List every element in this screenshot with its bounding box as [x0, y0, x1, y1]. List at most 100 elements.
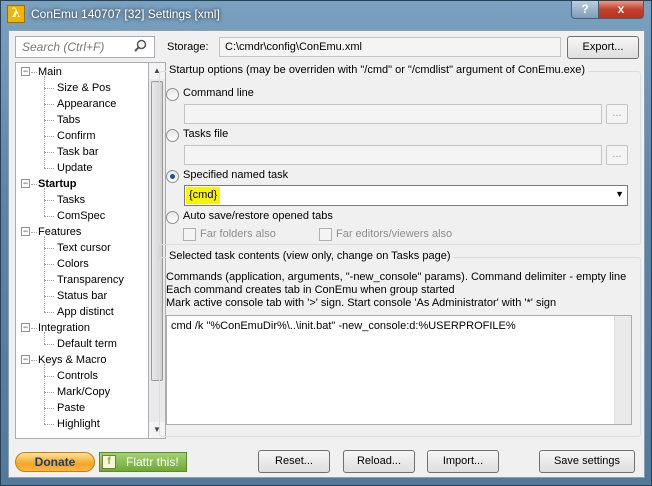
- flattr-label: Flattr this!: [126, 455, 179, 469]
- close-button[interactable]: x: [598, 1, 644, 19]
- task-desc-line3: Mark active console tab with '>' sign. S…: [166, 297, 557, 309]
- far-editors-label: Far editors/viewers also: [336, 228, 453, 240]
- tree-connector: [31, 72, 37, 73]
- tasks-file-label: Tasks file: [183, 128, 229, 140]
- named-task-radio[interactable]: [166, 170, 179, 183]
- far-folders-checkbox[interactable]: [183, 228, 196, 241]
- tree-connector: [44, 296, 54, 297]
- tree-connector: [44, 136, 54, 137]
- task-command-text: cmd /k "%ConEmuDir%\..\init.bat" -new_co…: [171, 320, 516, 332]
- named-task-value: {cmd}: [186, 187, 221, 204]
- command-line-field[interactable]: [184, 104, 602, 124]
- window-title: ConEmu 140707 [32] Settings [xml]: [31, 7, 220, 21]
- tree-connector: [44, 104, 54, 105]
- tree-item-colors[interactable]: Colors: [57, 256, 89, 272]
- tree-item-paste[interactable]: Paste: [57, 400, 85, 416]
- tree-item-confirm[interactable]: Confirm: [57, 128, 96, 144]
- tree-connector: [31, 360, 37, 361]
- tree-connector: [44, 248, 54, 249]
- tree-item-default-term[interactable]: Default term: [57, 336, 117, 352]
- search-icon[interactable]: [134, 39, 147, 55]
- far-folders-label: Far folders also: [200, 228, 276, 240]
- help-button[interactable]: ?: [571, 1, 599, 19]
- tree-connector: [44, 376, 54, 377]
- tree-connector: [31, 184, 37, 185]
- far-editors-checkbox[interactable]: [319, 228, 332, 241]
- tree-item-tabs[interactable]: Tabs: [57, 112, 80, 128]
- named-task-label: Specified named task: [183, 169, 289, 181]
- save-settings-button[interactable]: Save settings: [539, 450, 635, 473]
- tree-connector: [31, 328, 37, 329]
- tree-expander-icon[interactable]: −: [21, 179, 30, 188]
- tree-connector: [44, 200, 54, 201]
- flattr-button[interactable]: f Flattr this!: [99, 452, 187, 472]
- tree-item-tasks[interactable]: Tasks: [57, 192, 85, 208]
- reload-button[interactable]: Reload...: [343, 450, 415, 473]
- tree-connector: [44, 312, 54, 313]
- storage-path-value: C:\cmdr\config\ConEmu.xml: [225, 41, 362, 53]
- export-button[interactable]: Export...: [567, 36, 639, 59]
- task-desc-line1: Commands (application, arguments, "-new_…: [166, 271, 627, 283]
- auto-save-radio[interactable]: [166, 211, 179, 224]
- command-line-radio[interactable]: [166, 88, 179, 101]
- tree-item-status-bar[interactable]: Status bar: [57, 288, 107, 304]
- tree-item-controls[interactable]: Controls: [57, 368, 98, 384]
- task-contents-group: Selected task contents (view only, chang…: [159, 250, 641, 437]
- tree-expander-icon[interactable]: −: [21, 227, 30, 236]
- search-input[interactable]: Search (Ctrl+F): [15, 36, 155, 58]
- title-bar[interactable]: λ ConEmu 140707 [32] Settings [xml] ? x: [1, 1, 651, 29]
- import-button[interactable]: Import...: [427, 450, 499, 473]
- auto-save-label: Auto save/restore opened tabs: [183, 210, 333, 222]
- tree-connector: [44, 392, 54, 393]
- tree-item-transparency[interactable]: Transparency: [57, 272, 124, 288]
- tree-connector: [44, 280, 54, 281]
- task-desc-line2: Each command creates tab in ConEmu when …: [166, 284, 455, 296]
- startup-options-title: Startup options (may be overriden with "…: [166, 64, 589, 76]
- storage-label: Storage:: [167, 41, 209, 53]
- command-line-label: Command line: [183, 87, 254, 99]
- tree-item-appearance[interactable]: Appearance: [57, 96, 116, 112]
- textarea-scrollbar[interactable]: [614, 316, 631, 424]
- tree-connector: [44, 264, 54, 265]
- tree-item-task-bar[interactable]: Task bar: [57, 144, 99, 160]
- tree-expander-icon[interactable]: −: [21, 355, 30, 364]
- tree-item-mark-copy[interactable]: Mark/Copy: [57, 384, 110, 400]
- tree-expander-icon[interactable]: −: [21, 67, 30, 76]
- tree-connector: [44, 76, 45, 168]
- tree-item-comspec[interactable]: ComSpec: [57, 208, 105, 224]
- task-commands-textarea[interactable]: cmd /k "%ConEmuDir%\..\init.bat" -new_co…: [166, 315, 632, 425]
- settings-tree[interactable]: − Main Size & Pos Appearance Tabs Confirm Task…: [15, 62, 149, 439]
- tree-item-update[interactable]: Update: [57, 160, 92, 176]
- command-line-browse-button[interactable]: ...: [606, 104, 628, 124]
- tree-connector: [44, 120, 54, 121]
- search-placeholder: Search (Ctrl+F): [22, 40, 105, 54]
- tree-connector: [44, 88, 54, 89]
- tasks-file-field[interactable]: [184, 145, 602, 165]
- tree-item-integration[interactable]: Integration: [38, 320, 90, 336]
- tree-item-text-cursor[interactable]: Text cursor: [57, 240, 111, 256]
- named-task-combo[interactable]: {cmd} ▼: [184, 185, 628, 206]
- tree-item-app-distinct[interactable]: App distinct: [57, 304, 114, 320]
- tree-expander-icon[interactable]: −: [21, 323, 30, 332]
- tree-item-size-pos[interactable]: Size & Pos: [57, 80, 111, 96]
- conemu-app-icon: λ: [7, 5, 25, 23]
- settings-window: λ ConEmu 140707 [32] Settings [xml] ? x …: [0, 0, 652, 486]
- tree-connector: [44, 344, 54, 345]
- settings-client-area: Search (Ctrl+F) − Main Size & Pos Appearanc…: [8, 30, 645, 478]
- tree-item-highlight[interactable]: Highlight: [57, 416, 100, 432]
- reset-button[interactable]: Reset...: [258, 450, 330, 473]
- chevron-down-icon[interactable]: ▼: [615, 189, 624, 199]
- tasks-file-radio[interactable]: [166, 129, 179, 142]
- startup-options-group: Startup options (may be overriden with "…: [159, 64, 641, 245]
- tree-connector: [44, 408, 54, 409]
- tasks-file-browse-button[interactable]: ...: [606, 145, 628, 165]
- tree-connector: [44, 168, 54, 169]
- tree-connector: [44, 424, 54, 425]
- tree-connector: [44, 188, 45, 216]
- tree-item-main[interactable]: Main: [38, 64, 62, 80]
- task-contents-title: Selected task contents (view only, chang…: [166, 250, 454, 262]
- storage-path-field: C:\cmdr\config\ConEmu.xml: [219, 37, 561, 57]
- tree-connector: [44, 332, 45, 344]
- donate-button[interactable]: Donate: [15, 452, 95, 472]
- tree-item-keys-macro[interactable]: Keys & Macro: [38, 352, 106, 368]
